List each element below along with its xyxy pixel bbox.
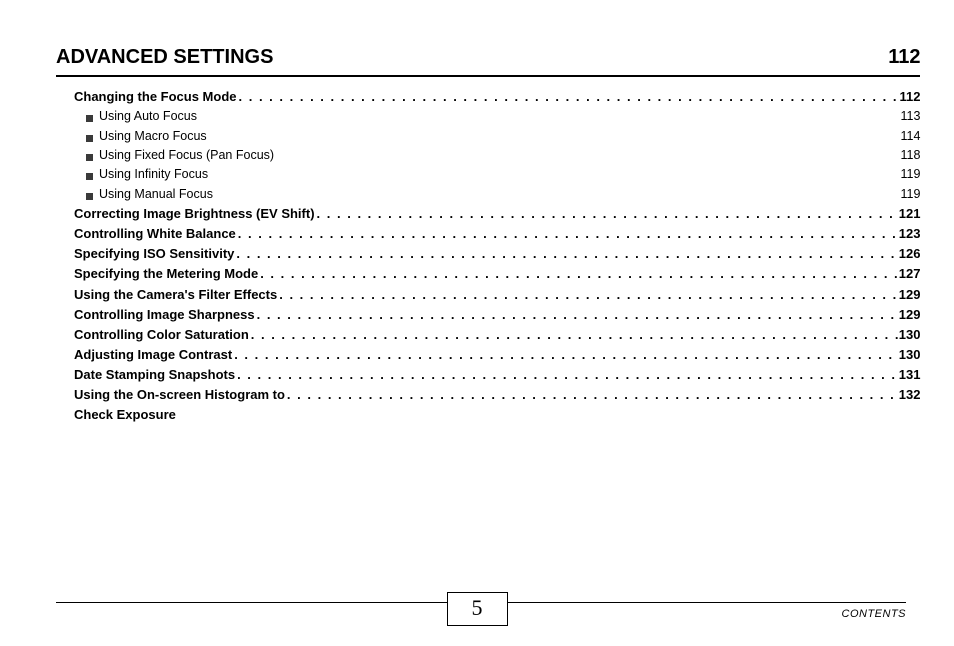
toc-entry: Adjusting Image Contrast. . . . . . . . … — [74, 345, 920, 365]
leader-dots: . . . . . . . . . . . . . . . . . . . . … — [237, 87, 900, 107]
footer: 5 CONTENTS — [0, 592, 954, 626]
toc-sub-page: 113 — [901, 107, 921, 126]
toc-entry: Date Stamping Snapshots. . . . . . . . .… — [74, 365, 920, 385]
toc-label: Correcting Image Brightness (EV Shift) — [74, 204, 315, 224]
section-title: ADVANCED SETTINGS — [56, 46, 273, 69]
leader-dots: . . . . . . . . . . . . . . . . . . . . … — [255, 305, 899, 325]
toc-list-left: Changing the Focus Mode. . . . . . . . .… — [56, 87, 920, 426]
toc-page: 131 — [899, 365, 921, 385]
toc-page: 130 — [899, 345, 921, 365]
toc-label: Changing the Focus Mode — [74, 87, 237, 107]
toc-page: 129 — [899, 285, 921, 305]
toc-label: Using the Camera's Filter Effects — [74, 285, 277, 305]
toc-entry: Using the Camera's Filter Effects. . . .… — [74, 285, 920, 305]
page: ADVANCED SETTINGS 112 Changing the Focus… — [0, 0, 954, 646]
toc-subentry: Using Macro Focus 114 — [86, 127, 920, 146]
leader-dots: . . . . . . . . . . . . . . . . . . . . … — [232, 345, 899, 365]
toc-sub-page: 114 — [901, 127, 921, 146]
toc-sub-label: Using Auto Focus — [99, 107, 197, 126]
section-rule — [56, 75, 920, 77]
toc-entry: Changing the Focus Mode. . . . . . . . .… — [74, 87, 920, 107]
toc-label: Using the On-screen Histogram to Check E… — [74, 385, 285, 425]
toc-page: 127 — [899, 264, 921, 284]
toc-entry: Controlling Image Sharpness. . . . . . .… — [74, 305, 920, 325]
leader-dots: . . . . . . . . . . . . . . . . . . . . … — [249, 325, 899, 345]
section-page: 112 — [888, 46, 920, 69]
leader-dots: . . . . . . . . . . . . . . . . . . . . … — [235, 365, 899, 385]
toc-entry: Specifying the Metering Mode. . . . . . … — [74, 264, 920, 284]
toc-label: Adjusting Image Contrast — [74, 345, 232, 365]
toc-entry: Specifying ISO Sensitivity. . . . . . . … — [74, 244, 920, 264]
toc-sub-label: Using Infinity Focus — [99, 165, 208, 184]
toc-sub-label: Using Fixed Focus (Pan Focus) — [99, 146, 274, 165]
toc-entry: Correcting Image Brightness (EV Shift). … — [74, 204, 920, 224]
left-column: ADVANCED SETTINGS 112 Changing the Focus… — [56, 40, 920, 580]
toc-entry: Controlling Color Saturation. . . . . . … — [74, 325, 920, 345]
toc-subentry: Using Infinity Focus 119 — [86, 165, 920, 184]
leader-dots: . . . . . . . . . . . . . . . . . . . . … — [315, 204, 899, 224]
toc-label: Specifying ISO Sensitivity — [74, 244, 234, 264]
toc-page: 123 — [899, 224, 921, 244]
toc-sub-page: 119 — [901, 165, 921, 184]
toc-sub-page: 118 — [901, 146, 921, 165]
leader-dots: . . . . . . . . . . . . . . . . . . . . … — [236, 224, 899, 244]
leader-dots: . . . . . . . . . . . . . . . . . . . . … — [258, 264, 899, 284]
bullet-square-icon — [86, 115, 93, 122]
footer-label: CONTENTS — [842, 608, 907, 620]
bullet-square-icon — [86, 135, 93, 142]
toc-subentry: Using Fixed Focus (Pan Focus) 118 — [86, 146, 920, 165]
leader-dots: . . . . . . . . . . . . . . . . . . . . … — [234, 244, 898, 264]
toc-sub-page: 119 — [901, 185, 921, 204]
toc-subentry: Using Manual Focus 119 — [86, 185, 920, 204]
bullet-square-icon — [86, 173, 93, 180]
bullet-square-icon — [86, 154, 93, 161]
bullet-square-icon — [86, 193, 93, 200]
toc-page: 129 — [899, 305, 921, 325]
leader-dots: . . . . . . . . . . . . . . . . . . . . … — [285, 385, 899, 405]
toc-label: Controlling Image Sharpness — [74, 305, 255, 325]
toc-page: 132 — [899, 385, 921, 405]
toc-page: 112 — [899, 87, 920, 107]
toc-entry: Controlling White Balance. . . . . . . .… — [74, 224, 920, 244]
toc-page: 126 — [899, 244, 921, 264]
toc-entry: Using the On-screen Histogram to Check E… — [74, 385, 920, 425]
toc-sub-label: Using Manual Focus — [99, 185, 213, 204]
toc-subentry: Using Auto Focus 113 — [86, 107, 920, 126]
toc-label: Specifying the Metering Mode — [74, 264, 258, 284]
toc-sub-label: Using Macro Focus — [99, 127, 207, 146]
toc-label: Date Stamping Snapshots — [74, 365, 235, 385]
page-number: 5 — [447, 592, 508, 626]
toc-page: 121 — [899, 204, 921, 224]
toc-label: Controlling White Balance — [74, 224, 236, 244]
toc-label: Controlling Color Saturation — [74, 325, 249, 345]
leader-dots: . . . . . . . . . . . . . . . . . . . . … — [277, 285, 899, 305]
section-heading-advanced-settings: ADVANCED SETTINGS 112 — [56, 46, 920, 69]
toc-page: 130 — [899, 325, 921, 345]
two-column-layout: ADVANCED SETTINGS 112 Changing the Focus… — [56, 40, 906, 580]
